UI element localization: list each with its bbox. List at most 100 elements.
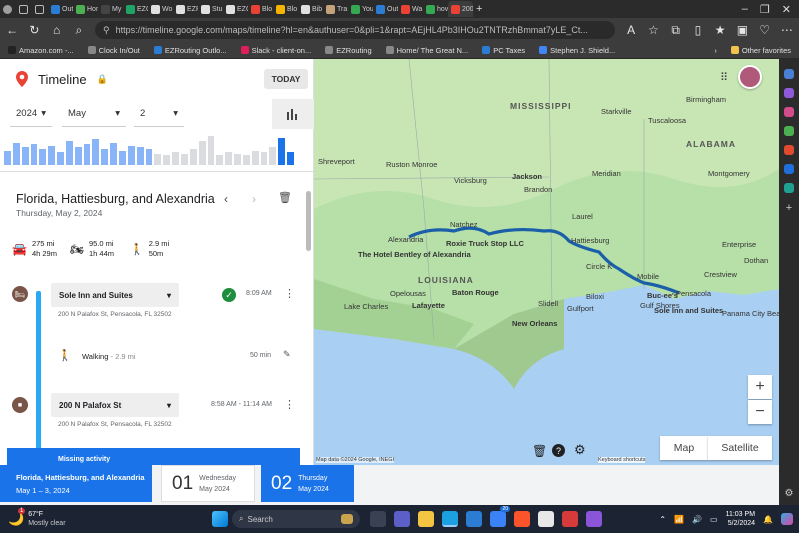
more-icon[interactable]: ⋯ — [781, 23, 793, 37]
new-tab-button[interactable]: + — [473, 1, 491, 17]
volume-icon[interactable]: 🔊 — [692, 515, 702, 524]
reload-icon[interactable]: ↻ — [28, 23, 40, 37]
help-icon[interactable]: ? — [552, 444, 565, 457]
delete-icon[interactable]: 🗑 — [278, 191, 292, 204]
bookmark-item[interactable]: Amazon.com -... — [8, 46, 74, 55]
browser-tab[interactable]: EZR — [173, 1, 198, 17]
activity-bar[interactable] — [21, 147, 29, 165]
app-icon[interactable] — [538, 511, 554, 527]
keyboard-shortcuts-link[interactable]: Keyboard shortcuts — [598, 457, 646, 463]
day-select[interactable]: 2 ▾ — [134, 101, 184, 127]
activity-bar[interactable] — [234, 153, 241, 165]
browser-tab[interactable]: Out — [373, 1, 398, 17]
app-icon[interactable]: 20 — [490, 506, 510, 527]
collections-icon[interactable]: ▣ — [736, 23, 748, 37]
browser-tab[interactable]: Wa — [398, 1, 423, 17]
year-select[interactable]: 2024 ▾ — [10, 101, 52, 127]
today-button[interactable]: TODAY — [264, 69, 308, 89]
bookmark-item[interactable]: Slack - client-on... — [240, 46, 311, 55]
extensions-icon[interactable]: ⧉ — [670, 23, 682, 38]
satellite-type-button[interactable]: Satellite — [708, 436, 772, 460]
zoom-in-button[interactable]: + — [748, 375, 772, 399]
maximize-icon[interactable]: ❐ — [760, 3, 770, 16]
browser-tab[interactable]: Wo — [148, 1, 173, 17]
next-day-icon[interactable]: › — [252, 192, 256, 206]
activity-bar[interactable] — [101, 149, 109, 165]
day-card-selected[interactable]: 02 Thursday May 2024 — [261, 465, 354, 502]
activity-bar[interactable] — [198, 141, 206, 165]
browser-tab[interactable]: EZC — [223, 1, 248, 17]
browser-tab[interactable]: Stu — [198, 1, 223, 17]
bookmark-item[interactable]: PC Taxes — [482, 46, 525, 55]
tools-icon[interactable] — [784, 107, 794, 117]
map-type-button[interactable]: Map — [660, 436, 708, 460]
trash-icon[interactable]: 🗑 — [532, 444, 547, 458]
browser-tab[interactable]: Bib — [298, 1, 323, 17]
drop-icon[interactable] — [784, 183, 794, 193]
apps-grid-icon[interactable]: ⠿ — [716, 69, 732, 85]
copilot-icon[interactable] — [781, 513, 793, 525]
battery-icon[interactable]: ▭ — [710, 515, 718, 524]
insights-button[interactable] — [272, 99, 314, 129]
activity-bar[interactable] — [74, 147, 82, 165]
place-selector[interactable]: 200 N Palafox St ▾ — [51, 393, 179, 417]
search-sidebar-icon[interactable] — [784, 69, 794, 79]
activity-bar[interactable] — [48, 145, 56, 165]
browser-tab[interactable]: Blo — [273, 1, 298, 17]
bookmark-item[interactable]: EZRouting Outlo... — [153, 46, 227, 55]
browser-tab[interactable]: Tra — [323, 1, 348, 17]
notifications-bell-icon[interactable]: 🔔 — [763, 515, 773, 524]
profile-avatar[interactable] — [0, 1, 16, 17]
activity-chart[interactable] — [0, 129, 300, 169]
browser-tab[interactable]: 200 — [448, 1, 473, 17]
add-sidebar-icon[interactable]: + — [786, 202, 792, 214]
activity-bar[interactable] — [30, 144, 38, 165]
month-select[interactable]: May ▾ — [62, 101, 126, 127]
account-avatar[interactable] — [738, 65, 762, 89]
back-icon[interactable]: ← — [6, 23, 18, 37]
bookmark-item[interactable]: Stephen J. Shield... — [539, 46, 615, 55]
activity-bar[interactable] — [92, 139, 100, 165]
activity-bar[interactable] — [251, 150, 259, 165]
office-icon[interactable] — [784, 145, 794, 155]
activity-bar[interactable] — [127, 145, 135, 165]
zoom-out-button[interactable]: − — [748, 400, 772, 424]
home-icon[interactable]: ⌂ — [51, 23, 63, 37]
browser-tab[interactable]: Blo — [248, 1, 273, 17]
activity-bar[interactable] — [287, 152, 294, 165]
browser-tab[interactable]: hov — [423, 1, 448, 17]
edge-browser-icon[interactable] — [442, 511, 458, 527]
activity-bar[interactable] — [119, 150, 126, 165]
activity-bar[interactable] — [216, 155, 224, 165]
activity-bar[interactable] — [83, 144, 91, 165]
panel-scrollbar[interactable] — [306, 191, 311, 251]
bookmark-item[interactable]: Home/ The Great N... — [385, 46, 468, 55]
microsoft-store-icon[interactable] — [466, 511, 482, 527]
more-options-icon[interactable]: ⋮ — [284, 398, 295, 411]
bookmark-item[interactable]: Clock In/Out — [87, 46, 140, 55]
brave-icon[interactable] — [514, 511, 530, 527]
outlook-icon[interactable] — [784, 164, 794, 174]
shopping-icon[interactable] — [784, 88, 794, 98]
other-favorites[interactable]: Other favorites — [730, 46, 791, 55]
browser-tab[interactable]: Hon — [73, 1, 98, 17]
address-bar[interactable]: ⚲ https://timeline.google.com/maps/timel… — [95, 21, 615, 39]
close-icon[interactable]: ✕ — [782, 3, 791, 16]
browser-tab[interactable]: You — [348, 1, 373, 17]
activity-bar[interactable] — [65, 141, 73, 165]
taskbar-search-box[interactable]: ⌕ Search — [232, 510, 360, 528]
browser-tab[interactable]: Out — [48, 1, 73, 17]
activity-bar[interactable] — [154, 153, 162, 165]
activity-bar[interactable] — [172, 152, 179, 165]
activity-bar[interactable] — [39, 149, 47, 165]
app-icon[interactable] — [562, 511, 578, 527]
bookmark-item[interactable]: EZRouting — [325, 46, 372, 55]
split-screen-icon[interactable]: ▯ — [692, 23, 704, 37]
day-card[interactable]: 01 Wednesday May 2024 — [161, 465, 255, 502]
activity-bar[interactable] — [110, 142, 118, 165]
site-info-icon[interactable]: ⚲ — [103, 25, 110, 36]
bookmarks-overflow-icon[interactable]: › — [714, 46, 717, 55]
task-view-icon[interactable] — [370, 511, 386, 527]
teams-icon[interactable] — [394, 511, 410, 527]
edit-activity-icon[interactable]: ✎ — [283, 349, 291, 360]
